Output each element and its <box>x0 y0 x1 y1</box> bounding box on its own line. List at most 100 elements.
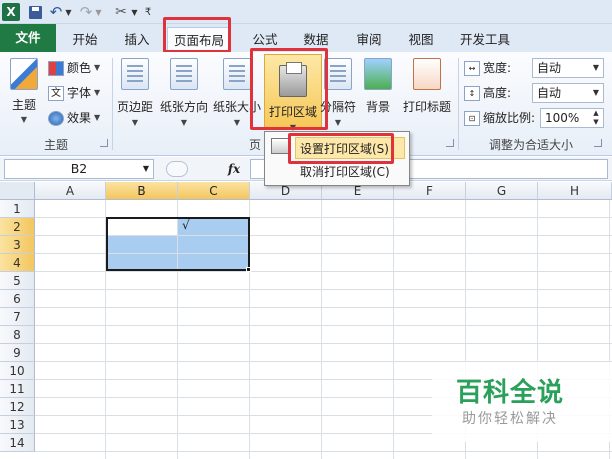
colors-icon <box>48 60 64 76</box>
excel-icon[interactable]: X <box>2 3 20 21</box>
undo-dropdown-icon[interactable]: ▼ <box>64 3 73 21</box>
chevron-down-icon: ▼ <box>131 118 139 127</box>
clear-print-area-item[interactable]: 取消打印区域(C) <box>295 161 405 183</box>
size-button[interactable]: 纸张大小 ▼ <box>212 58 262 127</box>
row-header-1[interactable]: 1 <box>0 200 35 218</box>
chevron-down-icon: ▼ <box>142 164 150 173</box>
themes-icon <box>10 58 38 90</box>
set-print-area-item[interactable]: 设置打印区域(S) <box>295 137 405 159</box>
tools-dropdown-icon[interactable]: ▼ <box>130 3 139 21</box>
print-area-button[interactable]: 打印区域 ▼ <box>264 54 322 132</box>
tab-view[interactable]: 视图 <box>398 27 444 52</box>
quick-access-toolbar: X ↶ ▼ ↷ ▼ ✂ ▼ ₹ <box>0 0 612 24</box>
background-label: 背景 <box>365 100 390 114</box>
tab-insert[interactable]: 插入 <box>114 27 160 52</box>
cell-b2[interactable] <box>106 218 178 236</box>
redo-icon[interactable]: ↷ <box>78 3 94 21</box>
tools-icon[interactable]: ✂ <box>112 3 130 21</box>
width-label: 宽度: <box>483 61 512 75</box>
breaks-icon <box>324 58 352 90</box>
column-header-g[interactable]: G <box>466 182 538 200</box>
scale-label: 缩放比例: <box>483 111 536 125</box>
tab-review[interactable]: 审阅 <box>346 27 392 52</box>
width-select[interactable]: 自动 ▼ <box>532 58 604 78</box>
row-header-3[interactable]: 3 <box>0 236 35 254</box>
dialog-launcher-icon[interactable] <box>100 139 108 147</box>
tab-developer[interactable]: 开发工具 <box>452 27 518 52</box>
width-row: ↔ 宽度: <box>464 58 511 78</box>
print-area-label: 打印区域 <box>268 105 317 119</box>
width-icon: ↔ <box>464 60 480 76</box>
dialog-launcher-icon[interactable] <box>594 139 602 147</box>
background-button[interactable]: 背景 <box>360 58 396 115</box>
chevron-down-icon: ▼ <box>94 88 101 97</box>
tab-formulas[interactable]: 公式 <box>242 27 288 52</box>
orientation-button[interactable]: 纸张方向 ▼ <box>158 58 210 127</box>
row-header-11[interactable]: 11 <box>0 380 35 398</box>
breaks-button[interactable]: 分隔符 ▼ <box>320 58 356 127</box>
watermark-subtitle: 助你轻松解决 <box>462 411 558 427</box>
formula-bar-resize-handle[interactable] <box>166 161 188 177</box>
margins-button[interactable]: 页边距 ▼ <box>114 58 156 127</box>
paper-size-icon <box>223 58 251 90</box>
row-header-10[interactable]: 10 <box>0 362 35 380</box>
cell-c3[interactable] <box>178 236 250 254</box>
orientation-icon <box>170 58 198 90</box>
tab-data[interactable]: 数据 <box>293 27 339 52</box>
height-value: 自动 <box>537 86 562 100</box>
fonts-label: 字体 <box>67 86 92 100</box>
colors-button[interactable]: 颜色 ▼ <box>48 58 100 78</box>
effects-label: 效果 <box>67 111 92 125</box>
fill-handle[interactable] <box>246 267 251 272</box>
print-titles-button[interactable]: 打印标题 <box>400 58 454 115</box>
spinner-arrows-icon[interactable]: ▲ ▼ <box>589 109 603 127</box>
height-select[interactable]: 自动 ▼ <box>532 83 604 103</box>
chevron-down-icon: ▼ <box>20 115 28 124</box>
cell-c4[interactable] <box>178 254 250 272</box>
column-header-c[interactable]: C <box>178 182 250 200</box>
printer-icon <box>279 62 307 97</box>
dialog-launcher-icon[interactable] <box>446 139 454 147</box>
themes-group-label: 主题 <box>43 138 68 152</box>
cell-c2[interactable]: √ <box>178 218 250 236</box>
tab-home[interactable]: 开始 <box>62 27 108 52</box>
tab-page-layout[interactable]: 页面布局 <box>167 27 231 52</box>
row-header-5[interactable]: 5 <box>0 272 35 290</box>
save-icon[interactable] <box>27 3 43 21</box>
fonts-icon: 文 <box>48 85 64 101</box>
scale-spinner[interactable]: 100% ▲ ▼ <box>540 108 604 128</box>
customize-toolbar-icon[interactable]: ₹ <box>143 3 153 21</box>
column-header-a[interactable]: A <box>35 182 106 200</box>
themes-label: 主题 <box>11 98 36 112</box>
effects-button[interactable]: 效果 ▼ <box>48 108 100 128</box>
margins-icon <box>121 58 149 90</box>
name-box-value: B2 <box>70 161 88 176</box>
height-row: ↕ 高度: <box>464 83 511 103</box>
group-separator <box>112 58 113 150</box>
tab-file[interactable]: 文件 <box>0 24 56 52</box>
scale-group-label: 调整为合适大小 <box>488 138 573 152</box>
fx-icon[interactable]: fx <box>220 159 248 179</box>
name-box[interactable]: B2 ▼ <box>4 159 154 179</box>
fonts-button[interactable]: 文 字体 ▼ <box>48 83 100 103</box>
row-header-6[interactable]: 6 <box>0 290 35 308</box>
cell-b4[interactable] <box>106 254 178 272</box>
column-header-b[interactable]: B <box>106 182 178 200</box>
print-titles-label: 打印标题 <box>402 100 451 114</box>
size-label: 纸张大小 <box>212 100 261 114</box>
cell-b3[interactable] <box>106 236 178 254</box>
row-header-12[interactable]: 12 <box>0 398 35 416</box>
select-all-corner[interactable] <box>0 182 35 200</box>
row-header-13[interactable]: 13 <box>0 416 35 434</box>
row-header-8[interactable]: 8 <box>0 326 35 344</box>
redo-dropdown-icon[interactable]: ▼ <box>94 3 103 21</box>
row-header-2[interactable]: 2 <box>0 218 35 236</box>
row-header-9[interactable]: 9 <box>0 344 35 362</box>
row-header-7[interactable]: 7 <box>0 308 35 326</box>
row-header-4[interactable]: 4 <box>0 254 35 272</box>
undo-icon[interactable]: ↶ <box>48 3 64 21</box>
column-header-h[interactable]: H <box>538 182 612 200</box>
themes-button[interactable]: 主题 ▼ <box>6 58 42 124</box>
colors-label: 颜色 <box>67 61 92 75</box>
row-header-14[interactable]: 14 <box>0 434 35 452</box>
